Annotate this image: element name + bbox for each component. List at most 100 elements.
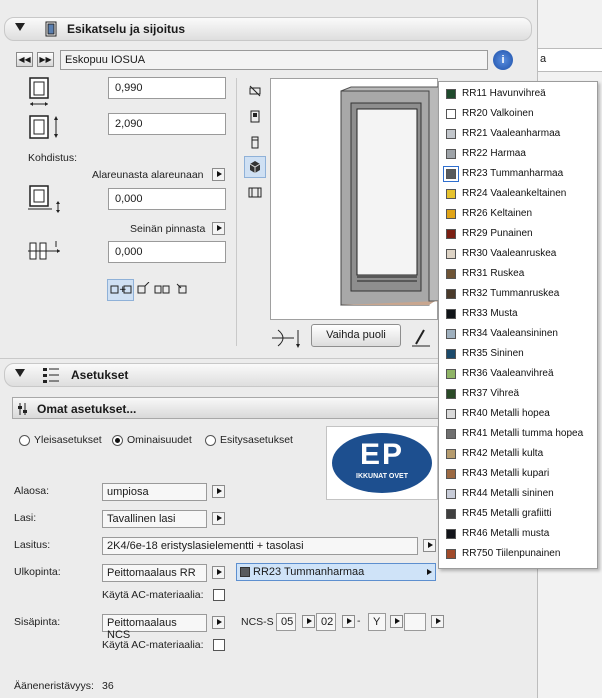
ncs-field-4[interactable] (404, 613, 426, 631)
exterior-arrow[interactable] (212, 566, 225, 579)
height-icon (29, 115, 58, 139)
flip-side-button[interactable]: Vaihda puoli (311, 324, 401, 347)
color-swatch (446, 249, 456, 259)
sill-height-input[interactable]: 0,000 (108, 188, 226, 210)
edit-pencil-icon[interactable] (410, 326, 432, 348)
color-swatch (446, 349, 456, 359)
color-menu-item-label: RR35 Sininen (462, 348, 524, 359)
color-menu-item[interactable]: RR43 Metalli kupari (439, 464, 597, 484)
anchor-mode-arrow[interactable] (212, 168, 225, 181)
glass-value[interactable]: Tavallinen lasi (102, 510, 207, 528)
bottom-part-arrow[interactable] (212, 485, 225, 498)
elevation-view-icon[interactable] (248, 136, 262, 149)
radio-general[interactable] (19, 435, 30, 446)
ncs-field-2[interactable]: 02 (316, 613, 336, 631)
color-menu-item-label: RR26 Keltainen (462, 208, 533, 219)
color-menu-item-label: RR36 Vaaleanvihreä (462, 368, 554, 379)
plan-view-icon[interactable] (248, 84, 262, 97)
exterior-color-value: RR23 Tummanharmaa (253, 566, 365, 578)
color-menu-item[interactable]: RR34 Vaaleansininen (439, 324, 597, 344)
color-swatch (446, 489, 456, 499)
exterior-ac-label: Käytä AC-materiaalia: (102, 589, 204, 601)
color-menu-item[interactable]: RR35 Sininen (439, 344, 597, 364)
door-3d-render (340, 86, 440, 306)
color-menu-item[interactable]: RR29 Punainen (439, 224, 597, 244)
interior-value[interactable]: Peittomaalaus NCS (102, 614, 207, 641)
color-menu-item[interactable]: RR20 Valkoinen (439, 104, 597, 124)
exterior-ac-checkbox[interactable] (213, 589, 225, 601)
bottom-part-value[interactable]: umpiosa (102, 483, 207, 501)
ncs-field-1[interactable]: 05 (276, 613, 296, 631)
sound-insulation-value: 36 (102, 680, 114, 692)
color-menu-item-label: RR21 Vaaleanharmaa (462, 128, 561, 139)
ncs-arrow-2[interactable] (342, 615, 355, 628)
height-input[interactable]: 2,090 (108, 113, 226, 135)
ncs-field-3[interactable]: Y (368, 613, 386, 631)
color-swatch (446, 329, 456, 339)
ncs-arrow-1[interactable] (302, 615, 315, 628)
interior-arrow[interactable] (212, 616, 225, 629)
color-menu-item[interactable]: RR22 Harmaa (439, 144, 597, 164)
interior-ac-label: Käytä AC-materiaalia: (102, 639, 204, 651)
background-field: a (538, 48, 602, 72)
reveal-mode-arrow[interactable] (212, 222, 225, 235)
glazing-value[interactable]: 2K4/6e-18 eristyslasielementti + tasolas… (102, 537, 418, 555)
info-icon[interactable]: i (493, 50, 513, 70)
film-view-icon[interactable] (248, 186, 262, 199)
exterior-value[interactable]: Peittomaalaus RR (102, 564, 207, 582)
color-menu-item[interactable]: RR46 Metalli musta (439, 524, 597, 544)
radio-properties-label: Ominaisuudet (127, 434, 192, 446)
section-view-icon[interactable] (248, 110, 262, 123)
exterior-label: Ulkopinta: (14, 566, 61, 578)
color-menu-item[interactable]: RR26 Keltainen (439, 204, 597, 224)
logo-subtext: IKKUNAT OVET (356, 473, 408, 480)
radio-presentation[interactable] (205, 435, 216, 446)
glass-arrow[interactable] (212, 512, 225, 525)
anchor-point-4-icon[interactable] (176, 282, 190, 298)
color-swatch (446, 149, 456, 159)
radio-properties[interactable] (112, 435, 123, 446)
anchor-point-3-icon[interactable] (154, 282, 170, 298)
color-menu-item[interactable]: RR40 Metalli hopea (439, 404, 597, 424)
color-menu-item[interactable]: RR21 Vaaleanharmaa (439, 124, 597, 144)
width-input[interactable]: 0,990 (108, 77, 226, 99)
anchor-point-2-icon[interactable] (136, 282, 150, 298)
color-menu-item[interactable]: RR30 Vaaleanruskea (439, 244, 597, 264)
3d-view-button[interactable] (244, 156, 266, 178)
reveal-depth-input[interactable]: 0,000 (108, 241, 226, 263)
color-menu-item[interactable]: RR24 Vaaleankeltainen (439, 184, 597, 204)
color-swatch (446, 109, 456, 119)
color-menu-item[interactable]: RR44 Metalli sininen (439, 484, 597, 504)
color-menu-item[interactable]: RR23 Tummanharmaa (439, 164, 597, 184)
section-title: Esikatselu ja sijoitus (67, 22, 186, 36)
section-header-preview[interactable]: Esikatselu ja sijoitus (4, 17, 532, 41)
collapse-triangle-icon[interactable] (15, 369, 25, 377)
color-swatch (446, 389, 456, 399)
glazing-arrow[interactable] (423, 539, 436, 552)
anchor-point-selected[interactable]: + (107, 279, 134, 301)
color-menu-item[interactable]: RR41 Metalli tumma hopea (439, 424, 597, 444)
interior-ac-checkbox[interactable] (213, 639, 225, 651)
anchor-label: Kohdistus: (28, 152, 78, 164)
next-button[interactable]: ▶▶ (37, 52, 54, 67)
exterior-color-dropdown[interactable]: RR23 Tummanharmaa (236, 563, 436, 581)
color-swatch (446, 509, 456, 519)
color-menu-item[interactable]: RR37 Vihreä (439, 384, 597, 404)
color-menu-item-label: RR20 Valkoinen (462, 108, 534, 119)
color-menu-item-label: RR29 Punainen (462, 228, 533, 239)
color-swatch (240, 567, 250, 577)
color-menu-item[interactable]: RR32 Tummanruskea (439, 284, 597, 304)
color-menu-item[interactable]: RR31 Ruskea (439, 264, 597, 284)
color-menu-item[interactable]: RR36 Vaaleanvihreä (439, 364, 597, 384)
color-menu-item[interactable]: RR11 Havunvihreä (439, 84, 597, 104)
color-menu-item[interactable]: RR33 Musta (439, 304, 597, 324)
color-menu-item[interactable]: RR45 Metalli grafiitti (439, 504, 597, 524)
collapse-triangle-icon[interactable] (15, 23, 25, 31)
favorite-name-field[interactable]: Eskopuu IOSUA (60, 50, 488, 70)
previous-button[interactable]: ◀◀ (16, 52, 33, 67)
color-menu-item[interactable]: RR42 Metalli kulta (439, 444, 597, 464)
ncs-arrow-4[interactable] (431, 615, 444, 628)
color-menu-item[interactable]: RR750 Tiilenpunainen (439, 544, 597, 564)
anchor-point-icon: + (110, 285, 132, 295)
ncs-arrow-3[interactable] (390, 615, 403, 628)
